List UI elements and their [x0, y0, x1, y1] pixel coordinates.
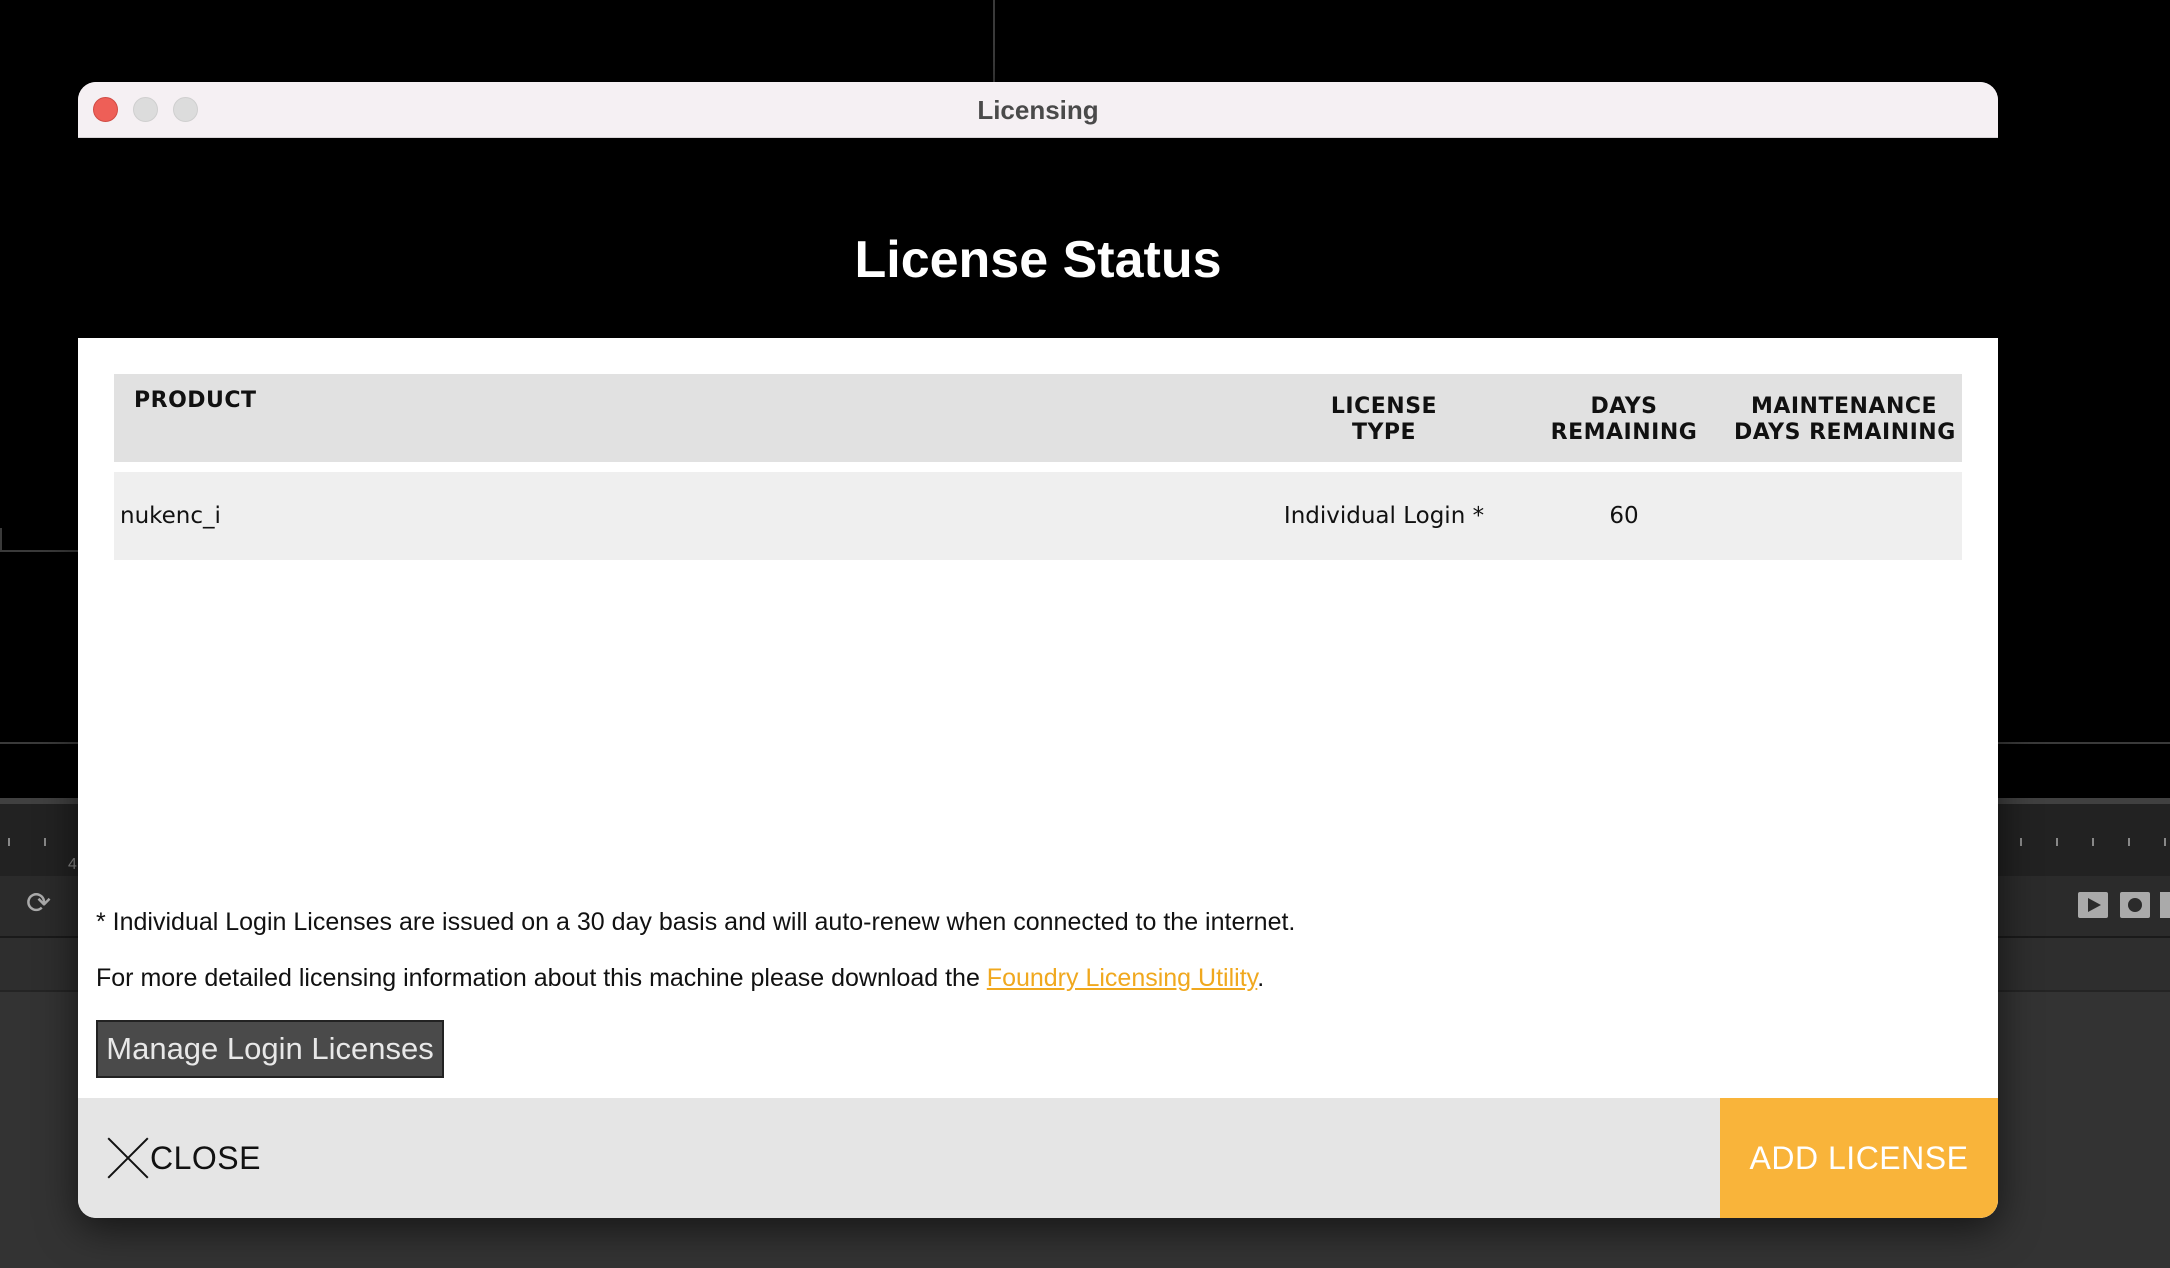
viewer-corner: [0, 528, 2, 552]
add-license-button[interactable]: ADD LICENSE: [1720, 1098, 1998, 1218]
foundry-licensing-utility-link[interactable]: Foundry Licensing Utility: [987, 964, 1257, 992]
detailed-info-text: For more detailed licensing information …: [96, 964, 987, 992]
licensing-dialog: Licensing License Status PRODUCT LICENSE…: [78, 82, 1998, 1218]
viewer-edge: [0, 550, 80, 552]
close-label: CLOSE: [150, 1139, 261, 1176]
timeline-ticks-left: [0, 838, 80, 848]
dialog-footer: CLOSE ADD LICENSE: [78, 1098, 1998, 1218]
table-row[interactable]: nukenc_i Individual Login * 60: [114, 472, 1962, 560]
record-icon[interactable]: [2120, 892, 2150, 918]
window-minimize-icon[interactable]: [133, 97, 158, 122]
timeline-frame-number: 4: [68, 856, 77, 873]
individual-license-note: * Individual Login Licenses are issued o…: [96, 908, 1296, 936]
detailed-info-note: For more detailed licensing information …: [96, 962, 1264, 994]
page-title: License Status: [854, 231, 1222, 289]
column-header-license-type: LICENSE TYPE: [1330, 394, 1438, 445]
cell-product: nukenc_i: [120, 503, 221, 529]
viewer-divider: [993, 0, 995, 82]
timeline-ticks-right: [2000, 838, 2170, 848]
column-header-product: PRODUCT: [134, 388, 257, 413]
window-close-icon[interactable]: [93, 97, 118, 122]
window-maximize-icon[interactable]: [173, 97, 198, 122]
title-bar[interactable]: Licensing: [78, 82, 1998, 138]
toolbar-edge-icon[interactable]: [2160, 892, 2170, 918]
detailed-info-period: .: [1257, 964, 1265, 992]
column-header-maintenance-days: MAINTENANCE DAYS REMAINING: [1734, 394, 1954, 445]
close-icon: [106, 1136, 150, 1180]
table-header: PRODUCT LICENSE TYPE DAYS REMAINING MAIN…: [114, 374, 1962, 462]
cell-days-remaining: 60: [1609, 503, 1639, 529]
manage-login-licenses-button[interactable]: Manage Login Licenses: [96, 1020, 444, 1078]
column-header-days-remaining: DAYS REMAINING: [1550, 394, 1698, 445]
close-button[interactable]: CLOSE: [106, 1134, 261, 1182]
play-icon[interactable]: [2078, 892, 2108, 918]
cell-license-type: Individual Login *: [1283, 503, 1485, 529]
sync-icon[interactable]: ⟳: [26, 888, 64, 920]
window-title: Licensing: [977, 95, 1099, 125]
